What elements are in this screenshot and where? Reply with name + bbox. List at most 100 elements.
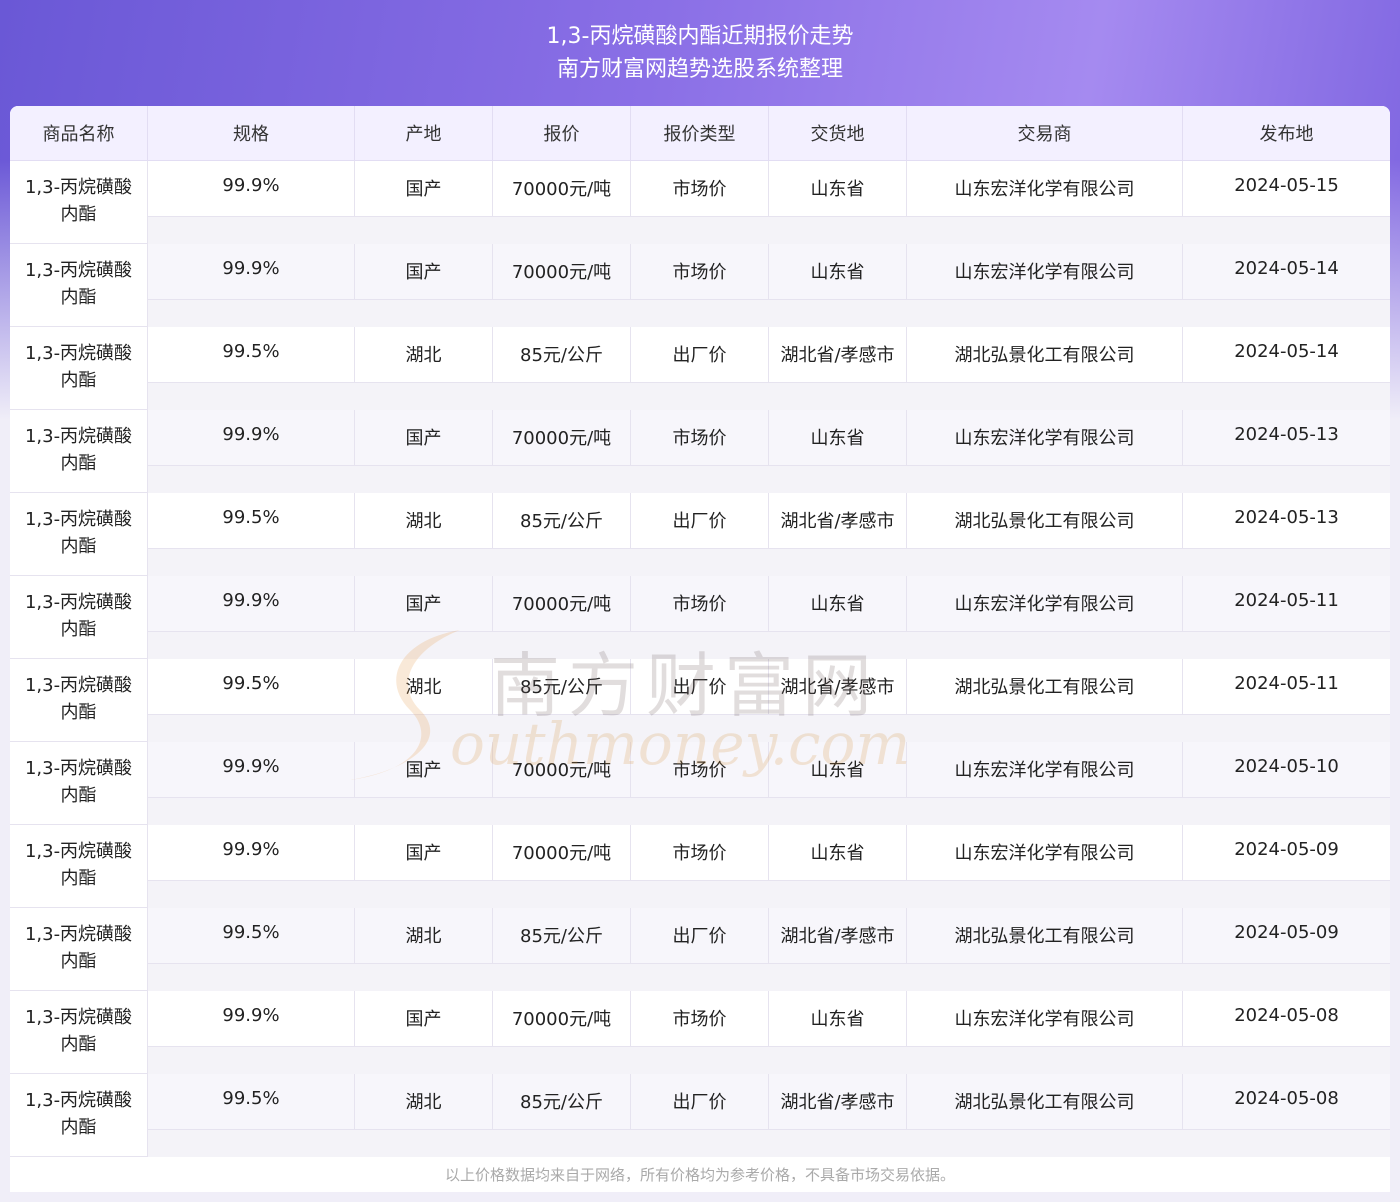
cell-price: 70000元/吨	[493, 161, 631, 217]
col-header-delivery: 交货地	[769, 106, 907, 160]
cell-trader: 湖北弘景化工有限公司	[907, 327, 1183, 383]
cell-delivery: 湖北省/孝感市	[769, 908, 907, 964]
cell-date: 2024-05-08	[1183, 1074, 1390, 1130]
cell-origin: 国产	[355, 244, 493, 300]
cell-price-type: 出厂价	[631, 908, 769, 964]
cell-origin: 国产	[355, 742, 493, 798]
cell-spec: 99.5%	[148, 908, 355, 964]
row-spacer	[148, 798, 1390, 825]
col-header-name: 商品名称	[10, 106, 148, 160]
cell-date: 2024-05-14	[1183, 244, 1390, 300]
cell-price-type: 出厂价	[631, 1074, 769, 1130]
cell-name: 1,3-丙烷磺酸内酯	[10, 493, 148, 576]
cell-date: 2024-05-10	[1183, 742, 1390, 798]
cell-price-type: 市场价	[631, 161, 769, 217]
cell-price: 70000元/吨	[493, 991, 631, 1047]
cell-price: 85元/公斤	[493, 1074, 631, 1130]
cell-name: 1,3-丙烷磺酸内酯	[10, 410, 148, 493]
cell-delivery: 山东省	[769, 244, 907, 300]
row-spacer	[148, 383, 1390, 410]
cell-price-type: 市场价	[631, 244, 769, 300]
row-spacer	[148, 964, 1390, 991]
cell-delivery: 山东省	[769, 991, 907, 1047]
cell-spec: 99.9%	[148, 576, 355, 632]
cell-price-type: 市场价	[631, 991, 769, 1047]
cell-name: 1,3-丙烷磺酸内酯	[10, 825, 148, 908]
cell-date: 2024-05-14	[1183, 327, 1390, 383]
cell-delivery: 山东省	[769, 161, 907, 217]
cell-name: 1,3-丙烷磺酸内酯	[10, 908, 148, 991]
cell-trader: 湖北弘景化工有限公司	[907, 908, 1183, 964]
price-table: 商品名称 规格 产地 报价 报价类型 交货地 交易商 发布地 1,3-丙烷磺酸内…	[10, 106, 1390, 1192]
cell-name: 1,3-丙烷磺酸内酯	[10, 576, 148, 659]
cell-spec: 99.5%	[148, 659, 355, 715]
cell-price: 85元/公斤	[493, 908, 631, 964]
cell-price-type: 出厂价	[631, 493, 769, 549]
cell-origin: 湖北	[355, 1074, 493, 1130]
cell-name: 1,3-丙烷磺酸内酯	[10, 244, 148, 327]
cell-spec: 99.9%	[148, 825, 355, 881]
cell-date: 2024-05-13	[1183, 493, 1390, 549]
table-row: 1,3-丙烷磺酸内酯 99.9% 国产 70000元/吨 市场价 山东省 山东宏洋化学有限公…	[10, 825, 1390, 908]
cell-spec: 99.9%	[148, 991, 355, 1047]
cell-spec: 99.9%	[148, 161, 355, 217]
cell-date: 2024-05-11	[1183, 576, 1390, 632]
page-title: 1,3-丙烷磺酸内酯近期报价走势 南方财富网趋势选股系统整理	[0, 20, 1400, 86]
row-spacer	[148, 217, 1390, 244]
cell-date: 2024-05-11	[1183, 659, 1390, 715]
table-row: 1,3-丙烷磺酸内酯 99.9% 国产 70000元/吨 市场价 山东省 山东宏洋化学有限公…	[10, 576, 1390, 659]
cell-spec: 99.5%	[148, 327, 355, 383]
row-spacer	[148, 632, 1390, 659]
cell-date: 2024-05-09	[1183, 825, 1390, 881]
cell-origin: 国产	[355, 576, 493, 632]
row-spacer	[148, 881, 1390, 908]
cell-origin: 湖北	[355, 908, 493, 964]
col-header-price: 报价	[493, 106, 631, 160]
cell-price: 70000元/吨	[493, 410, 631, 466]
table-row: 1,3-丙烷磺酸内酯 99.9% 国产 70000元/吨 市场价 山东省 山东宏洋化学有限公…	[10, 161, 1390, 244]
cell-delivery: 山东省	[769, 825, 907, 881]
cell-spec: 99.5%	[148, 1074, 355, 1130]
cell-trader: 山东宏洋化学有限公司	[907, 576, 1183, 632]
col-header-date: 发布地	[1259, 124, 1314, 145]
row-spacer	[148, 549, 1390, 576]
cell-origin: 国产	[355, 410, 493, 466]
cell-delivery: 山东省	[769, 576, 907, 632]
table-row: 1,3-丙烷磺酸内酯 99.9% 国产 70000元/吨 市场价 山东省 山东宏洋化学有限公…	[10, 991, 1390, 1074]
col-header-origin: 产地	[355, 106, 493, 160]
cell-delivery: 湖北省/孝感市	[769, 659, 907, 715]
row-spacer	[148, 1047, 1390, 1074]
table-row: 1,3-丙烷磺酸内酯 99.5% 湖北 85元/公斤 出厂价 湖北省/孝感市 湖北弘景化工有…	[10, 908, 1390, 991]
cell-trader: 山东宏洋化学有限公司	[907, 991, 1183, 1047]
cell-name: 1,3-丙烷磺酸内酯	[10, 991, 148, 1074]
cell-trader: 山东宏洋化学有限公司	[907, 244, 1183, 300]
cell-price-type: 出厂价	[631, 327, 769, 383]
title-line-2: 南方财富网趋势选股系统整理	[556, 57, 843, 82]
cell-price: 85元/公斤	[493, 493, 631, 549]
table-row: 1,3-丙烷磺酸内酯 99.5% 湖北 85元/公斤 出厂价 湖北省/孝感市 湖北弘景化工有…	[10, 1074, 1390, 1157]
table-header: 商品名称 规格 产地 报价 报价类型 交货地 交易商 发布地	[10, 106, 1390, 161]
row-spacer	[148, 715, 1390, 742]
cell-origin: 国产	[355, 825, 493, 881]
cell-origin: 国产	[355, 991, 493, 1047]
cell-price: 85元/公斤	[493, 327, 631, 383]
cell-price-type: 市场价	[631, 825, 769, 881]
row-spacer	[148, 300, 1390, 327]
row-spacer	[148, 466, 1390, 493]
col-header-trader: 交易商	[907, 106, 1183, 160]
col-header-price-type: 报价类型	[631, 106, 769, 160]
cell-delivery: 山东省	[769, 410, 907, 466]
cell-name: 1,3-丙烷磺酸内酯	[10, 327, 148, 410]
cell-name: 1,3-丙烷磺酸内酯	[10, 161, 148, 244]
cell-trader: 山东宏洋化学有限公司	[907, 161, 1183, 217]
cell-origin: 湖北	[355, 493, 493, 549]
cell-date: 2024-05-15	[1183, 161, 1390, 217]
cell-delivery: 湖北省/孝感市	[769, 493, 907, 549]
col-header-spec: 规格	[148, 106, 355, 160]
cell-date: 2024-05-08	[1183, 991, 1390, 1047]
cell-price: 85元/公斤	[493, 659, 631, 715]
cell-price-type: 市场价	[631, 410, 769, 466]
cell-spec: 99.5%	[148, 493, 355, 549]
table-row: 1,3-丙烷磺酸内酯 99.5% 湖北 85元/公斤 出厂价 湖北省/孝感市 湖北弘景化工有…	[10, 327, 1390, 410]
table-row: 1,3-丙烷磺酸内酯 99.5% 湖北 85元/公斤 出厂价 湖北省/孝感市 湖北弘景化工有…	[10, 493, 1390, 576]
